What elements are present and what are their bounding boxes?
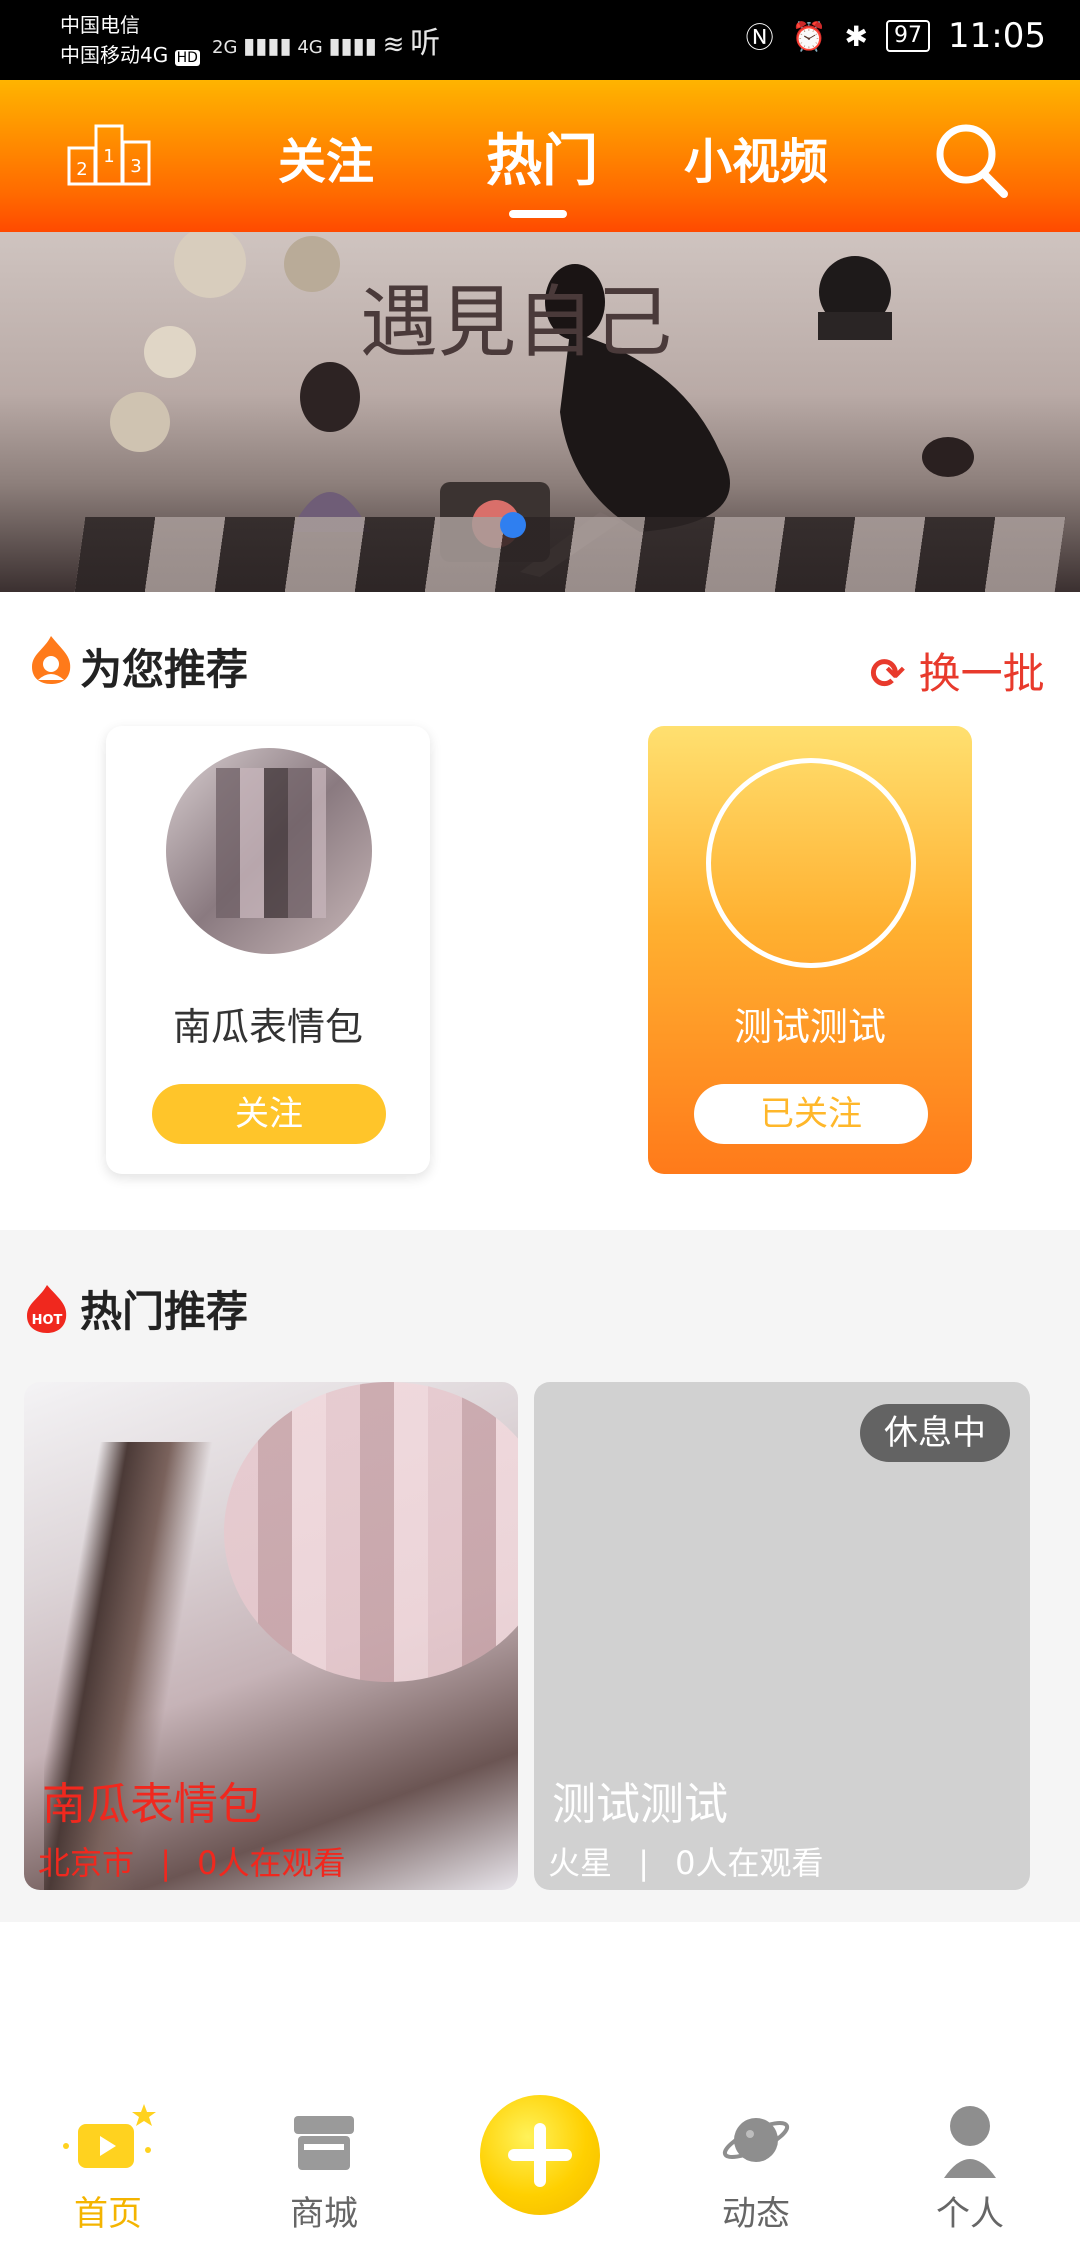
recommend-title: 为您推荐 bbox=[80, 645, 249, 694]
live-viewers: 0人在观看 bbox=[197, 1844, 346, 1882]
checkerboard-floor bbox=[74, 517, 1066, 592]
planet-icon bbox=[722, 2118, 790, 2162]
rank-1: 1 bbox=[103, 146, 114, 167]
search-icon[interactable] bbox=[932, 120, 1010, 200]
person-icon bbox=[944, 2106, 996, 2178]
nav-profile-label: 个人 bbox=[936, 2194, 1004, 2234]
wifi-icon: ≋ bbox=[382, 30, 405, 60]
follow-button[interactable]: 关注 bbox=[152, 1084, 386, 1144]
recommend-card[interactable]: 测试测试 已关注 bbox=[648, 726, 972, 1174]
card-username: 南瓜表情包 bbox=[172, 1005, 363, 1049]
rank-2: 2 bbox=[76, 159, 87, 180]
tab-short-video[interactable]: 小视频 bbox=[684, 122, 828, 192]
listen-label: 听 bbox=[410, 26, 441, 61]
signal-icon: ▮▮▮▮ bbox=[243, 34, 292, 59]
carousel-indicator bbox=[500, 512, 526, 538]
carrier-1: 中国电信 bbox=[60, 13, 140, 37]
live-username: 测试测试 bbox=[552, 1779, 728, 1830]
network-indicators: 2G ▮▮▮▮ 4G ▮▮▮▮ ≋ 听 bbox=[212, 18, 440, 62]
nav-shop-label: 商城 bbox=[290, 2194, 358, 2234]
recommend-card[interactable]: 南瓜表情包 关注 bbox=[106, 726, 430, 1174]
alarm-icon: ⏰ bbox=[791, 19, 827, 53]
bluetooth-icon: ✱ bbox=[844, 19, 869, 53]
live-card[interactable]: 休息中 测试测试 火星 | 0人在观看 bbox=[534, 1382, 1030, 1890]
live-card[interactable]: 南瓜表情包 北京市 | 0人在观看 bbox=[24, 1382, 518, 1890]
nav-home-label: 首页 bbox=[74, 2194, 142, 2234]
net-2g: 2G bbox=[212, 37, 238, 58]
rank-3: 3 bbox=[130, 156, 141, 177]
flame-user-icon bbox=[32, 636, 71, 684]
banner-carousel[interactable]: 遇見自己 bbox=[0, 232, 1080, 592]
carrier-2: 中国移动4G HD bbox=[60, 43, 200, 67]
meta-separator: | bbox=[160, 1844, 171, 1882]
hot-flame-icon: HOT bbox=[27, 1285, 67, 1333]
followed-button[interactable]: 已关注 bbox=[694, 1084, 928, 1144]
live-meta: 北京市 | 0人在观看 bbox=[38, 1838, 346, 1884]
carrier-info: 中国电信 中国移动4G HD bbox=[60, 10, 200, 73]
hot-badge-text: HOT bbox=[32, 1313, 63, 1328]
status-bar: 中国电信 中国移动4G HD 2G ▮▮▮▮ 4G ▮▮▮▮ ≋ 听 Ⓝ ⏰ ✱… bbox=[0, 0, 1080, 80]
battery-level: 97 bbox=[886, 20, 931, 52]
live-location: 火星 bbox=[548, 1844, 613, 1882]
avatar bbox=[706, 758, 916, 968]
banner-title: 遇見自己 bbox=[360, 278, 673, 368]
top-header: 2 1 3 关注 热门 小视频 bbox=[0, 80, 1080, 232]
status-badge: 休息中 bbox=[860, 1404, 1010, 1462]
avatar bbox=[166, 748, 372, 954]
net-4g: 4G bbox=[297, 37, 323, 58]
nav-moments-label: 动态 bbox=[722, 2194, 790, 2234]
clock: 11:05 bbox=[948, 16, 1046, 56]
refresh-label: 换一批 bbox=[918, 649, 1045, 698]
refresh-icon: ⟳ bbox=[870, 649, 906, 698]
tab-hot[interactable]: 热门 bbox=[486, 116, 598, 197]
live-meta: 火星 | 0人在观看 bbox=[548, 1838, 824, 1884]
ranking-icon[interactable]: 2 1 3 bbox=[66, 122, 152, 186]
hot-title: 热门推荐 bbox=[80, 1287, 249, 1336]
live-viewers: 0人在观看 bbox=[675, 1844, 824, 1882]
hd-badge: HD bbox=[174, 50, 200, 66]
publish-button[interactable] bbox=[480, 2095, 600, 2215]
active-tab-indicator bbox=[509, 210, 567, 218]
signal-icon: ▮▮▮▮ bbox=[328, 34, 377, 59]
tab-follow[interactable]: 关注 bbox=[278, 122, 374, 192]
live-username: 南瓜表情包 bbox=[42, 1779, 262, 1830]
plus-icon bbox=[508, 2123, 572, 2187]
store-icon bbox=[294, 2116, 354, 2170]
live-location: 北京市 bbox=[38, 1844, 135, 1882]
card-username: 测试测试 bbox=[733, 1005, 886, 1049]
tv-icon bbox=[63, 2104, 156, 2168]
nfc-icon: Ⓝ bbox=[745, 21, 774, 54]
stream-thumbnail bbox=[224, 1382, 518, 1682]
refresh-button[interactable]: ⟳ 换一批 bbox=[870, 640, 1045, 701]
bottom-nav: 首页 商城 动态 个人 bbox=[0, 2080, 1080, 2244]
meta-separator: | bbox=[638, 1844, 649, 1882]
status-right: Ⓝ ⏰ ✱ 97 11:05 bbox=[746, 16, 1046, 56]
